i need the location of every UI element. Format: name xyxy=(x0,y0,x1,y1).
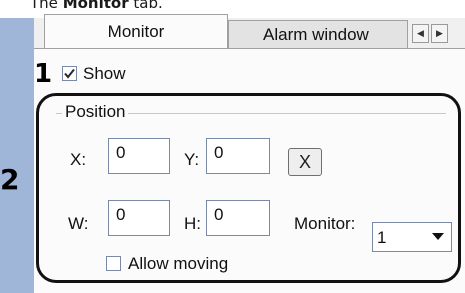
w-label: W: xyxy=(68,214,89,233)
h-field[interactable]: 0 xyxy=(206,200,270,236)
h-label: H: xyxy=(184,214,201,233)
x-field[interactable]: 0 xyxy=(108,138,170,174)
show-checkbox[interactable] xyxy=(62,66,77,81)
checkmark-icon xyxy=(64,68,75,79)
annotation-badge-1: 1 xyxy=(34,59,53,89)
y-field[interactable]: 0 xyxy=(206,138,270,174)
w-field[interactable]: 0 xyxy=(108,200,170,236)
tab-alarm-label: Alarm window xyxy=(263,24,369,44)
position-group-title: Position xyxy=(62,102,129,122)
tab-scroll-right-button[interactable]: ▶ xyxy=(431,24,448,43)
reset-position-label: X xyxy=(298,151,311,172)
annotation-badge-2: 2 xyxy=(0,163,20,196)
y-label: Y: xyxy=(184,150,200,169)
tab-alarm-window[interactable]: Alarm window xyxy=(228,20,408,48)
tab-monitor[interactable]: Monitor xyxy=(44,14,228,48)
caption-text: The Monitor tab. xyxy=(30,0,210,14)
caption-bold: Monitor xyxy=(62,0,129,12)
allow-moving-label: Allow moving xyxy=(128,254,229,273)
triangle-left-icon: ◀ xyxy=(417,28,424,38)
allow-moving-checkbox[interactable] xyxy=(106,256,121,271)
caption-prefix: The xyxy=(30,0,58,12)
show-label: Show xyxy=(83,64,126,83)
left-strip xyxy=(0,18,34,293)
x-label: X: xyxy=(70,150,87,169)
monitor-select-value: 1 xyxy=(377,228,387,247)
monitor-select[interactable]: 1 xyxy=(372,222,452,252)
caption-suffix: tab. xyxy=(133,0,163,12)
tab-monitor-label: Monitor xyxy=(107,21,165,41)
tab-underline xyxy=(34,48,465,49)
tab-scroll-left-button[interactable]: ◀ xyxy=(412,24,429,43)
reset-position-button[interactable]: X xyxy=(288,148,322,176)
monitor-label: Monitor: xyxy=(294,214,356,233)
triangle-right-icon: ▶ xyxy=(436,28,443,38)
triangle-down-icon xyxy=(429,228,447,246)
